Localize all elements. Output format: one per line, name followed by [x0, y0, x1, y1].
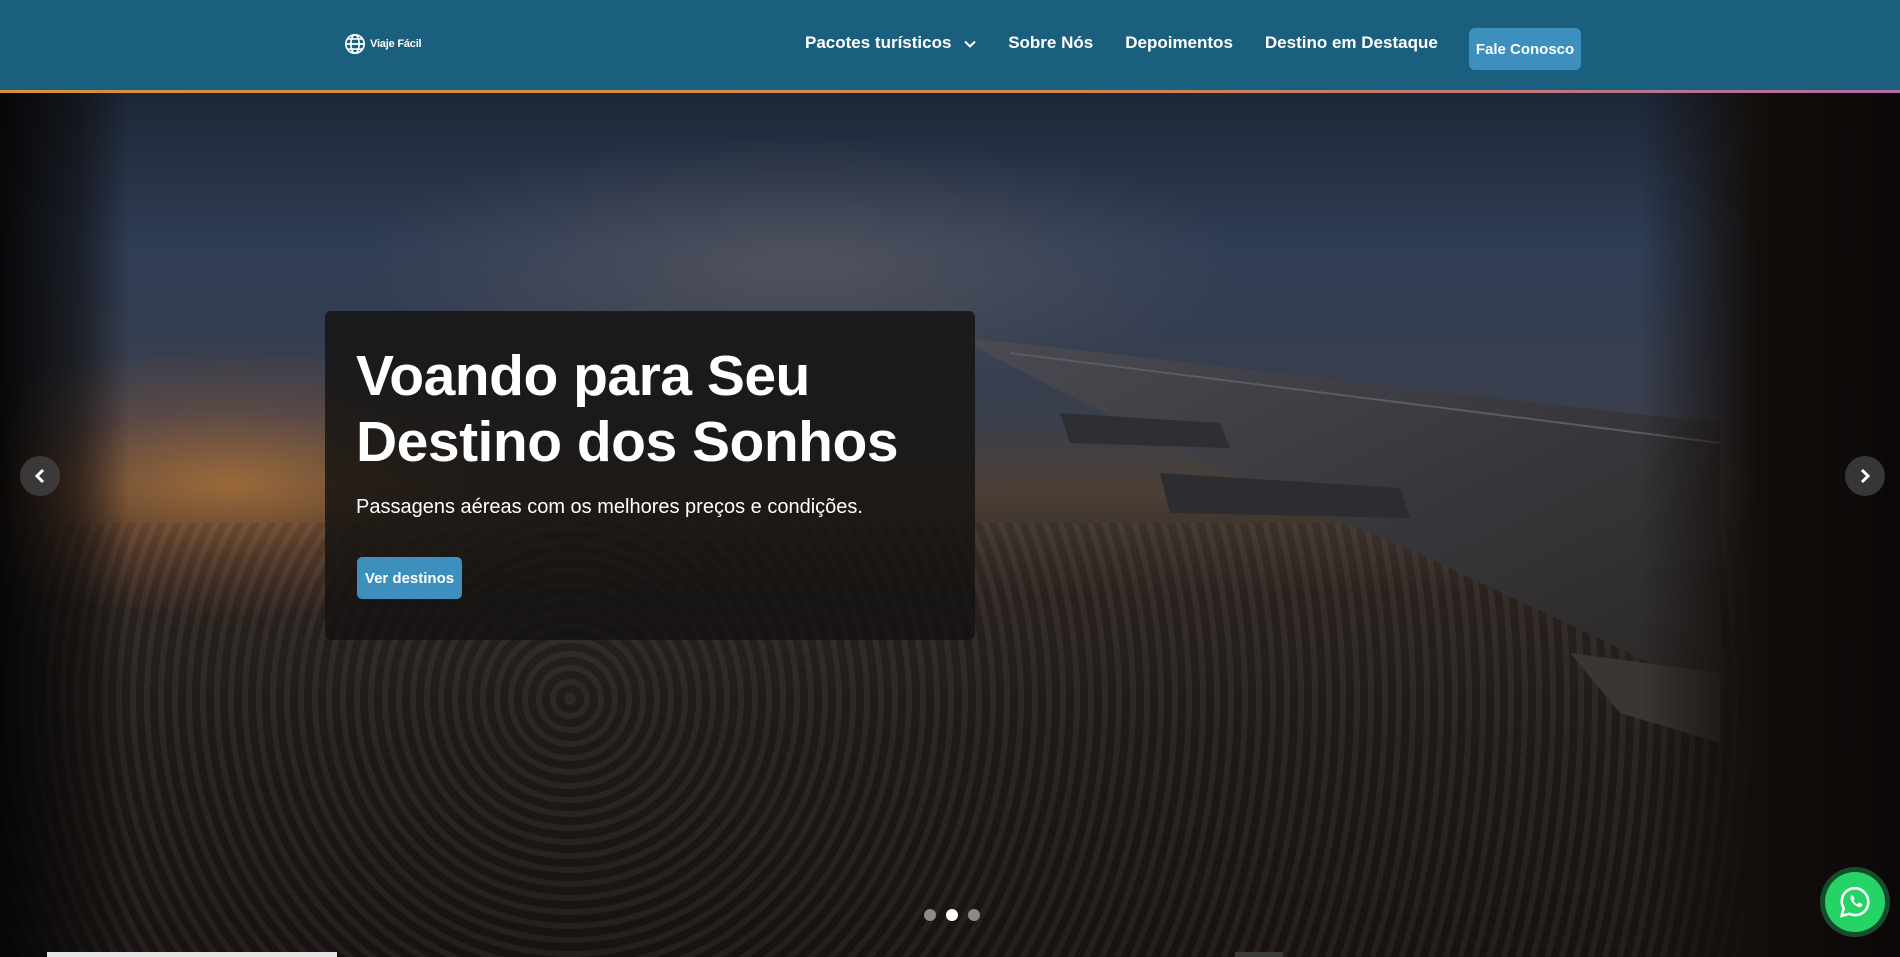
nav-item-pacotes[interactable]: Pacotes turísticos: [805, 33, 976, 53]
globe-icon: [345, 34, 365, 54]
whatsapp-button[interactable]: [1820, 867, 1890, 937]
nav-item-sobre[interactable]: Sobre Nós: [1008, 33, 1093, 53]
carousel-next-button[interactable]: [1845, 456, 1885, 496]
carousel-dot-3[interactable]: [968, 909, 980, 921]
hero-subtitle: Passagens aéreas com os melhores preços …: [356, 496, 863, 518]
next-section-preview: [47, 952, 337, 957]
hero-carousel: Voando para Seu Destino dos Sonhos Passa…: [0, 93, 1900, 957]
nav-label-depoimentos: Depoimentos: [1125, 33, 1233, 52]
carousel-indicators: [924, 909, 980, 921]
view-destinations-button[interactable]: Ver destinos: [357, 557, 462, 599]
site-logo[interactable]: Viaje Fácil: [344, 33, 422, 55]
logo-text: Viaje Fácil: [370, 38, 422, 50]
nav-label-pacotes: Pacotes turísticos: [805, 33, 952, 52]
chevron-right-icon: [1860, 468, 1871, 484]
whatsapp-button-inner: [1825, 872, 1885, 932]
nav-label-destino: Destino em Destaque: [1264, 33, 1438, 52]
main-nav: Pacotes turísticos Sobre Nós Depoimentos…: [805, 33, 1438, 53]
hero-title: Voando para Seu Destino dos Sonhos: [356, 344, 899, 474]
nav-item-depoimentos[interactable]: Depoimentos: [1125, 33, 1233, 53]
carousel-prev-button[interactable]: [20, 456, 60, 496]
nav-item-destino[interactable]: Destino em Destaque: [1265, 33, 1438, 53]
nav-label-sobre: Sobre Nós: [1008, 33, 1094, 52]
chevron-down-icon: [964, 40, 976, 48]
carousel-dot-1[interactable]: [924, 909, 936, 921]
window-frame-right: [1640, 93, 1900, 957]
whatsapp-icon: [1839, 886, 1870, 918]
next-section-preview-2: [1235, 952, 1283, 957]
carousel-dot-2[interactable]: [946, 909, 958, 921]
hero-text-card: Voando para Seu Destino dos Sonhos Passa…: [325, 311, 975, 640]
chevron-left-icon: [34, 468, 45, 484]
window-frame-left: [0, 93, 130, 957]
contact-button[interactable]: Fale Conosco: [1469, 28, 1581, 70]
